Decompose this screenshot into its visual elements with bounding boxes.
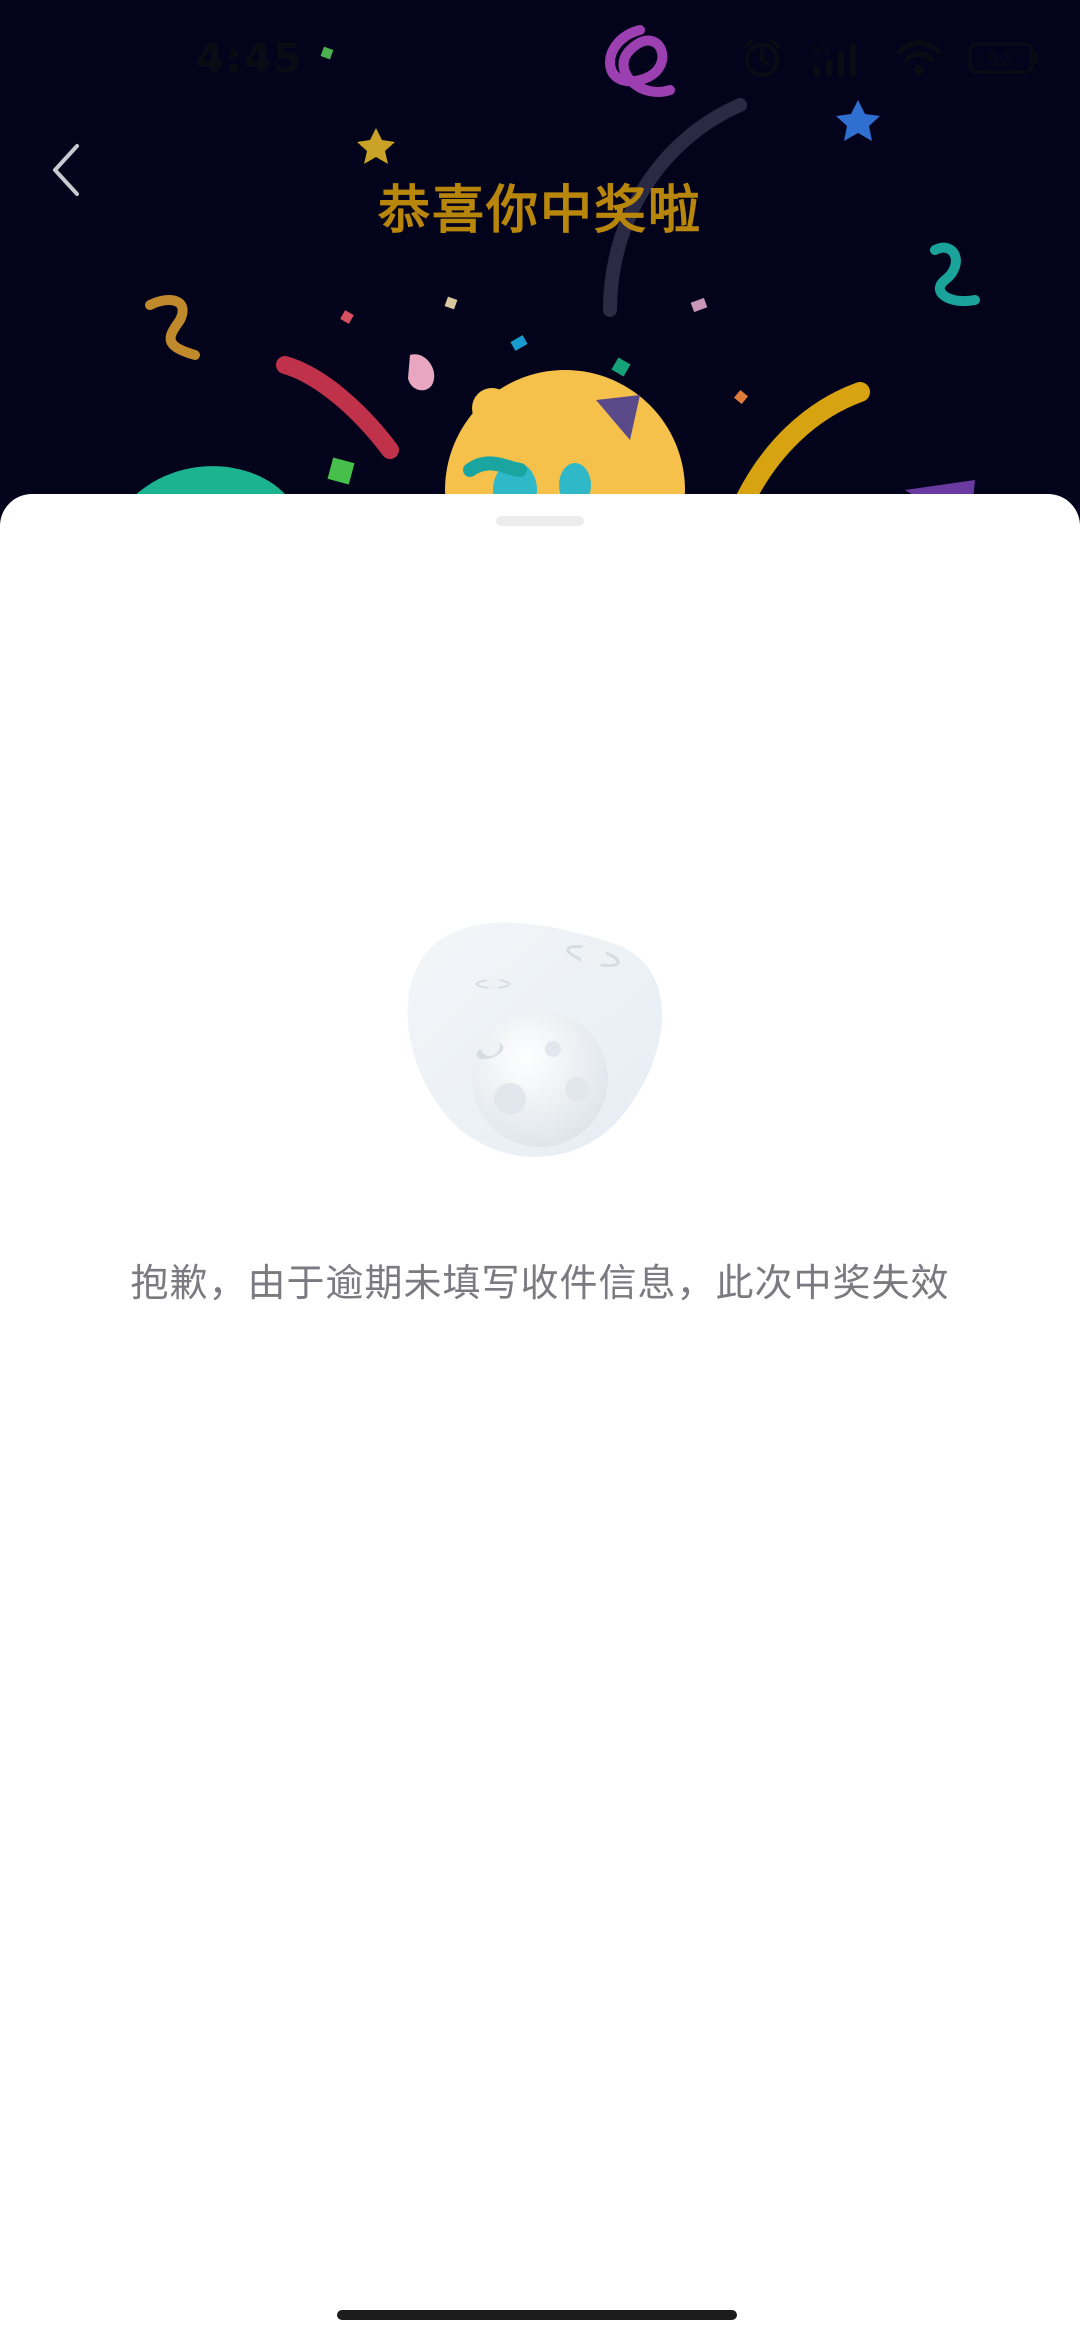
wifi-icon	[896, 40, 942, 75]
home-indicator[interactable]	[337, 2310, 737, 2320]
svg-text:5G: 5G	[810, 42, 830, 58]
empty-state-message: 抱歉，由于逾期未填写收件信息，此次中奖失效	[130, 1261, 950, 1305]
celebration-header: 4:45 5G 52 恭喜你中奖啦	[0, 0, 1080, 560]
bottom-sheet: 抱歉，由于逾期未填写收件信息，此次中奖失效	[0, 494, 1080, 2340]
alarm-icon	[744, 39, 780, 77]
moon-planet-empty-icon	[407, 922, 663, 1157]
status-bar: 4:45 5G 52	[0, 0, 1080, 120]
signal-icon: 5G	[810, 42, 856, 76]
battery-icon: 52	[968, 42, 1038, 74]
status-icons: 5G 52	[740, 36, 1040, 80]
screen: 4:45 5G 52 恭喜你中奖啦 抱歉，由于逾期未填写收件信息，此次中奖失效	[0, 0, 1080, 2340]
status-time: 4:45	[196, 36, 304, 82]
page-title: 恭喜你中奖啦	[377, 181, 702, 241]
sheet-drag-handle[interactable]	[496, 516, 584, 526]
svg-text:52: 52	[988, 50, 1011, 71]
